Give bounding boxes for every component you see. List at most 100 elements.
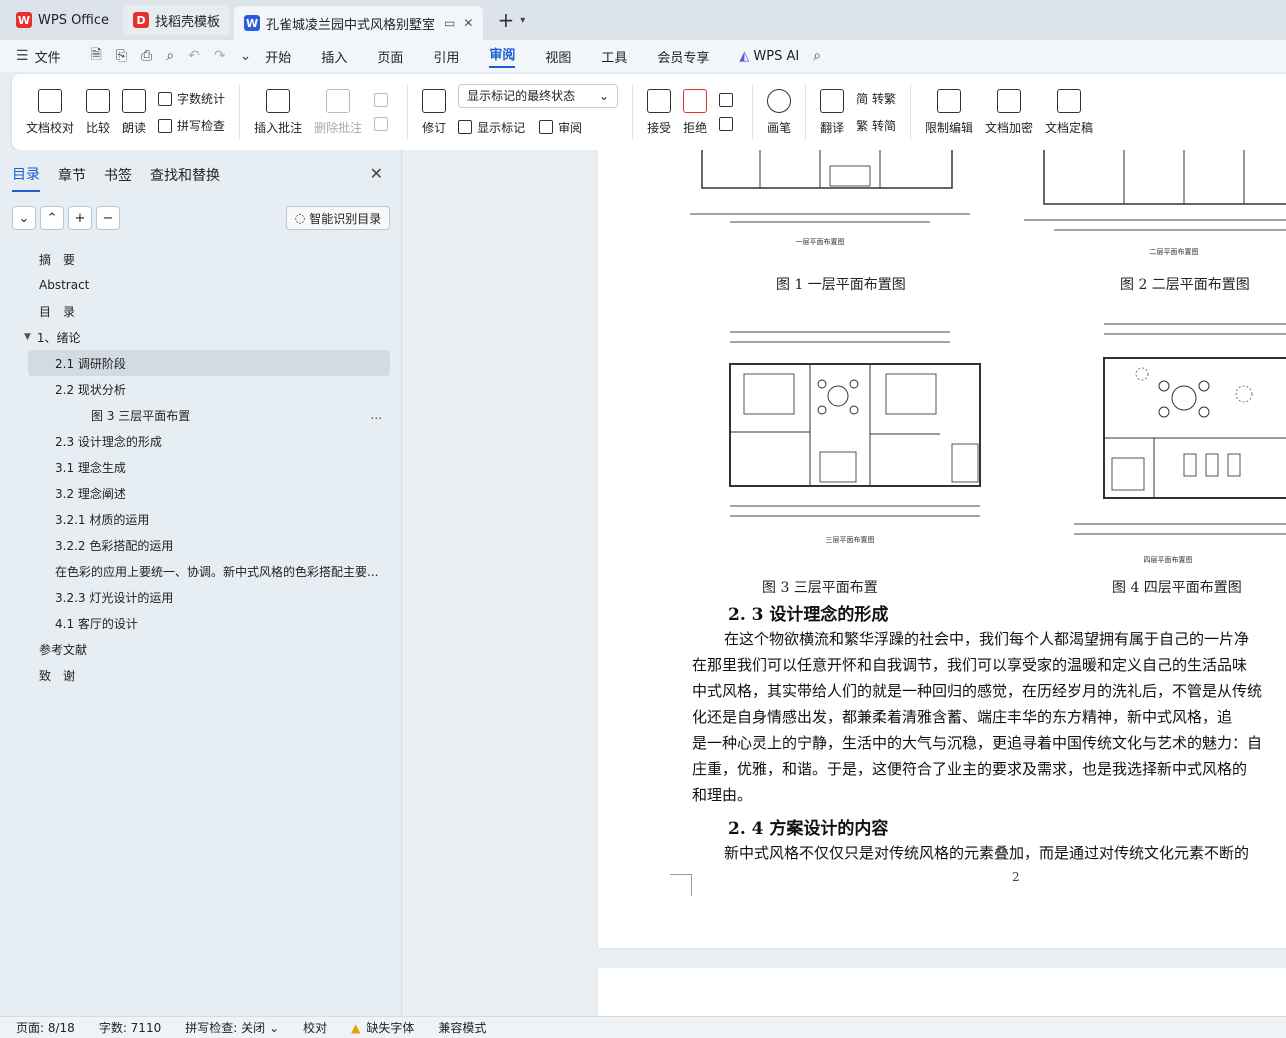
menu-reference[interactable]: 引用: [433, 47, 459, 66]
toc-item[interactable]: 2.1 调研阶段: [28, 350, 390, 376]
document-page[interactable]: 一层平面布置图 二层平面布置图 图 1 一层平面布置图 图 2 二层平面布置图: [598, 150, 1286, 948]
minus-icon[interactable]: −: [96, 206, 120, 230]
warning-icon: ▲: [351, 1020, 361, 1035]
insert-comment-button[interactable]: 插入批注: [254, 88, 303, 136]
toc-item[interactable]: 图 3 三层平面布置...: [0, 402, 402, 428]
tab-chapter[interactable]: 章节: [58, 165, 86, 191]
restrict-edit-button[interactable]: 限制编辑: [925, 88, 973, 136]
chevron-down-icon[interactable]: ⌄: [12, 206, 36, 230]
toc-label: 4.1 客厅的设计: [55, 616, 138, 631]
toc-item[interactable]: 3.1 理念生成: [0, 454, 402, 480]
toc-item[interactable]: 摘 要: [0, 246, 402, 272]
toc-item[interactable]: 3.2.3 灯光设计的运用: [0, 584, 402, 610]
word-count-button[interactable]: 字数统计: [158, 90, 225, 107]
chevron-down-icon[interactable]: ▾: [520, 15, 525, 26]
revise-button[interactable]: 修订: [422, 88, 447, 136]
menu-start[interactable]: 开始: [265, 47, 291, 66]
menu-review[interactable]: 审阅: [489, 44, 516, 68]
compare-button[interactable]: 比较: [86, 88, 110, 136]
label: 拒绝: [683, 120, 708, 135]
print-preview-icon[interactable]: ⌕: [166, 48, 174, 64]
toc-item[interactable]: 3.2 理念阐述: [0, 480, 402, 506]
print-icon[interactable]: ⎙: [141, 48, 152, 64]
smart-toc-button[interactable]: ◌ 智能识别目录: [286, 206, 390, 230]
markup-state-select[interactable]: 显示标记的最终状态 ⌄: [458, 83, 619, 108]
close-icon[interactable]: ✕: [463, 16, 473, 30]
tab-template[interactable]: D 找稻壳模板: [123, 5, 231, 35]
menu-page[interactable]: 页面: [377, 47, 403, 66]
export-icon[interactable]: ⎘: [116, 48, 127, 64]
toc-item[interactable]: 目 录: [0, 298, 402, 324]
undo-icon[interactable]: ↶: [188, 48, 200, 64]
new-tab-icon[interactable]: +: [497, 8, 514, 32]
menu-icon[interactable]: ☰: [16, 48, 29, 64]
menu-wps-ai[interactable]: ◭ WPS AI: [739, 49, 799, 64]
next-page[interactable]: [598, 968, 1286, 1016]
pen-button[interactable]: 画笔: [767, 88, 791, 136]
prev-comment-button[interactable]: [374, 93, 393, 107]
to-traditional-button[interactable]: 简 转繁: [856, 90, 896, 107]
word-count-indicator[interactable]: 字数: 7110: [99, 1019, 161, 1036]
doc-encrypt-button[interactable]: 文档加密: [985, 88, 1033, 136]
caret-down-icon[interactable]: ▼: [24, 332, 31, 342]
show-markup-button[interactable]: 显示标记: [458, 119, 525, 136]
save-icon[interactable]: 🗎: [91, 44, 102, 68]
doc-check-button[interactable]: 文档校对: [26, 88, 74, 136]
toc-label: 3.1 理念生成: [55, 460, 126, 475]
wps-ai-label: WPS AI: [753, 48, 800, 64]
toc-item[interactable]: ▼ 1、绪论: [0, 324, 402, 350]
tab-label: 找稻壳模板: [155, 14, 221, 30]
translate-button[interactable]: 翻译: [820, 88, 844, 136]
tab-bookmark[interactable]: 书签: [104, 165, 132, 191]
menu-member[interactable]: 会员专享: [657, 47, 709, 66]
accept-button[interactable]: 接受: [647, 88, 671, 136]
page-indicator[interactable]: 页面: 8/18: [16, 1019, 75, 1036]
prev-change-button[interactable]: [719, 93, 738, 107]
reject-button[interactable]: 拒绝: [683, 88, 708, 136]
toc-item[interactable]: 3.2.2 色彩搭配的运用: [0, 532, 402, 558]
spell-check-indicator[interactable]: 拼写检查: 关闭 ⌄: [185, 1019, 279, 1036]
next-comment-button[interactable]: [374, 117, 393, 131]
plus-icon[interactable]: +: [68, 206, 92, 230]
document-canvas[interactable]: 一层平面布置图 二层平面布置图 图 1 一层平面布置图 图 2 二层平面布置图: [403, 150, 1286, 1016]
menu-insert[interactable]: 插入: [321, 47, 347, 66]
next-change-button[interactable]: [719, 117, 738, 131]
to-simplified-button[interactable]: 繁 转简: [856, 117, 896, 134]
revise-icon: [422, 88, 447, 113]
toc-item[interactable]: 4.1 客厅的设计: [0, 610, 402, 636]
more-icon[interactable]: ...: [371, 408, 382, 422]
tab-find-replace[interactable]: 查找和替换: [150, 165, 220, 191]
chevron-up-icon[interactable]: ⌃: [40, 206, 64, 230]
menu-file[interactable]: 文件: [35, 47, 61, 66]
label: 插入批注: [254, 120, 303, 135]
tab-document[interactable]: W 孔雀城凌兰园中式风格别墅室内 ▭ ✕: [234, 6, 484, 40]
toc-item[interactable]: 致 谢: [0, 662, 402, 688]
menu-view[interactable]: 视图: [545, 47, 571, 66]
show-markup-icon: [458, 120, 473, 134]
chevron-down-icon[interactable]: ⌄: [240, 48, 252, 64]
delete-comment-button[interactable]: 删除批注: [314, 88, 362, 136]
page-corner-mark: [670, 874, 692, 896]
doc-finalize-button[interactable]: 文档定稿: [1045, 88, 1093, 136]
close-icon[interactable]: ✕: [370, 164, 383, 183]
missing-font-indicator[interactable]: ▲ 缺失字体: [351, 1019, 414, 1036]
toc-item[interactable]: 在色彩的应用上要统一、协调。新中式风格的色彩搭配主要...: [0, 558, 402, 584]
section-heading: 2. 4 方案设计的内容: [728, 819, 889, 839]
menu-tools[interactable]: 工具: [601, 47, 627, 66]
proofread-indicator[interactable]: 校对: [303, 1019, 327, 1036]
toc-item[interactable]: 2.2 现状分析: [0, 376, 402, 402]
read-aloud-button[interactable]: 朗读: [122, 88, 146, 136]
toc-tools: ⌄ ⌃ + −: [12, 206, 124, 230]
toc-item[interactable]: Abstract: [0, 272, 402, 298]
tab-toc[interactable]: 目录: [12, 164, 40, 192]
search-icon[interactable]: ⌕: [813, 48, 821, 64]
toc-item[interactable]: 参考文献: [0, 636, 402, 662]
toc-item[interactable]: 3.2.1 材质的运用: [0, 506, 402, 532]
plan-label: 三层平面布置图: [826, 535, 875, 544]
spell-check-button[interactable]: 拼写检查: [158, 117, 225, 134]
tab-wps-office[interactable]: W WPS Office: [6, 5, 119, 35]
review-pane-button[interactable]: 审阅: [539, 119, 582, 136]
redo-icon[interactable]: ↷: [214, 48, 226, 64]
toc-item[interactable]: 2.3 设计理念的形成: [0, 428, 402, 454]
monitor-icon[interactable]: ▭: [444, 16, 455, 30]
